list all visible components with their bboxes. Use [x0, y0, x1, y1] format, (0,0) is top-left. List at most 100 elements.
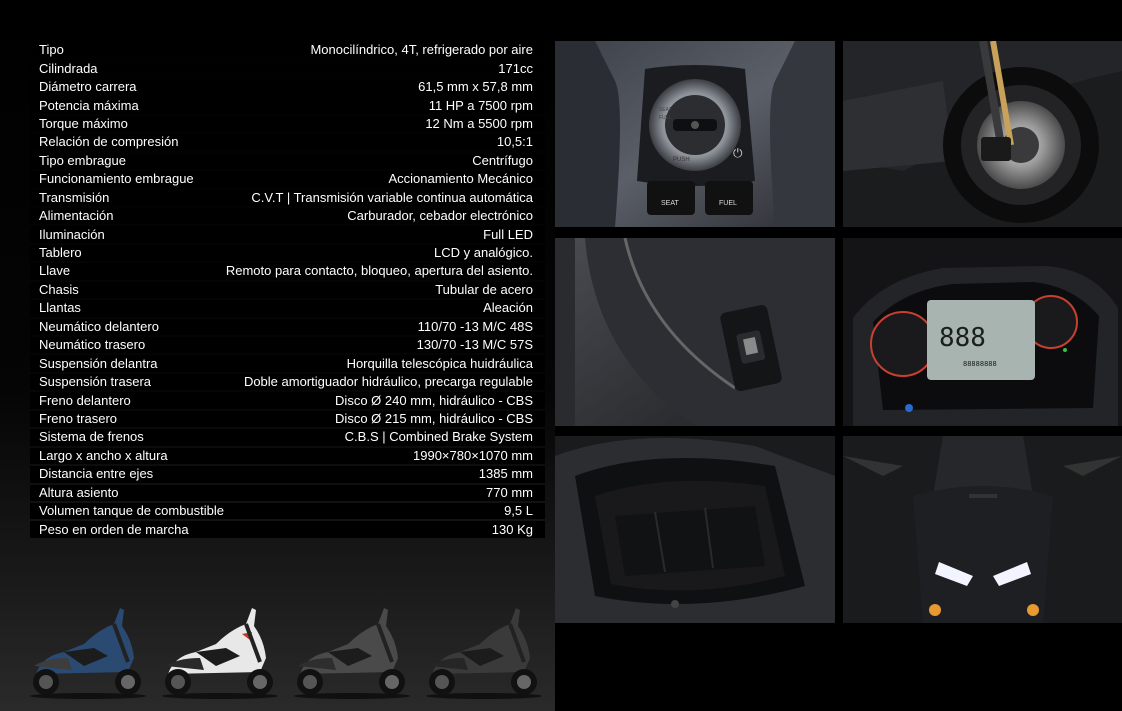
spec-value: Horquilla telescópica huidráulica: [346, 355, 533, 371]
spec-row: Freno delantero Disco Ø 240 mm, hidráulic…: [30, 392, 545, 409]
spec-row: Tipo Monocilíndrico, 4T, refrigerado por …: [30, 42, 545, 59]
spec-label: Iluminación: [39, 226, 105, 242]
spec-value: 9,5 L: [504, 503, 533, 519]
spec-label: Volumen tanque de combustible: [39, 503, 225, 519]
spec-label: Transmisión: [39, 189, 110, 205]
spec-label: Llave: [39, 263, 71, 279]
spec-row: Diámetro carrera 61,5 mm x 57,8 mm: [30, 78, 545, 96]
spec-value: Carburador, cebador electrónico: [347, 208, 533, 224]
spec-value: Full LED: [483, 226, 533, 242]
spec-row: Relación de compresión 10,5:1: [30, 134, 545, 151]
spec-label: Neumático delantero: [39, 318, 159, 334]
spec-value: LCD y analógico.: [434, 245, 533, 261]
spec-label: Torque máximo: [39, 115, 128, 131]
spec-value: 130 Kg: [491, 521, 533, 537]
spec-label: Peso en orden de marcha: [39, 521, 189, 537]
svg-text:SEAT: SEAT: [661, 200, 679, 207]
spec-value: Accionamiento Mecánico: [388, 171, 533, 187]
spec-label: Tipo: [39, 42, 64, 58]
spec-value: Disco Ø 240 mm, hidráulico - CBS: [335, 392, 533, 408]
spec-value: Remoto para contacto, bloqueo, apertura …: [225, 263, 533, 279]
spec-row: Suspensión delantra Horquilla telescópica…: [30, 355, 545, 372]
usb-port-photo: [555, 238, 835, 426]
bike-dark-gray-image: [420, 600, 548, 700]
spec-row: Neumático trasero 130/70 -13 M/C 57S: [30, 337, 545, 354]
spec-label: Potencia máxima: [39, 97, 139, 113]
spec-label: Freno delantero: [39, 392, 131, 408]
spec-value: 1990×780×1070 mm: [413, 447, 533, 463]
spec-value: Aleación: [483, 300, 533, 316]
spec-label: Largo x ancho x altura: [39, 447, 168, 463]
spec-label: Altura asiento: [39, 484, 119, 500]
svg-text:PUSH: PUSH: [673, 157, 690, 163]
spec-label: Funcionamiento embrague: [39, 171, 194, 187]
spec-row: Volumen tanque de combustible 9,5 L: [30, 502, 545, 520]
spec-label: Llantas: [39, 300, 81, 316]
spec-label: Freno trasero: [39, 410, 118, 426]
spec-label: Cilindrada: [39, 60, 98, 76]
bike-white-image: [156, 600, 284, 700]
spec-value: 770 mm: [486, 484, 533, 500]
spec-value: Doble amortiguador hidráulico, precarga …: [243, 374, 533, 390]
spec-row: Llantas Aleación: [30, 300, 545, 317]
svg-text:88888888: 88888888: [963, 360, 997, 368]
spec-label: Tablero: [39, 245, 82, 261]
spec-row: Cilindrada 171cc: [30, 60, 545, 77]
spec-row: Sistema de frenos C.B.S | Combined Brake …: [30, 429, 545, 446]
color-variants: [24, 600, 549, 700]
spec-value: C.V.T | Transmisión variable continua au…: [251, 189, 533, 205]
spec-label: Neumático trasero: [39, 337, 146, 353]
spec-value: Monocilíndrico, 4T, refrigerado por aire: [310, 42, 533, 58]
bike-gray-image: [288, 600, 416, 700]
svg-text:888: 888: [939, 323, 986, 353]
spec-label: Chasis: [39, 281, 79, 297]
spec-row: Freno trasero Disco Ø 215 mm, hidráulico …: [30, 410, 545, 428]
spec-value: 130/70 -13 M/C 57S: [416, 337, 533, 353]
spec-label: Suspensión delantra: [39, 355, 158, 371]
spec-value: C.B.S | Combined Brake System: [344, 429, 533, 445]
spec-value: Centrífugo: [472, 152, 533, 168]
spec-value: 61,5 mm x 57,8 mm: [418, 79, 533, 95]
under-seat-storage-photo: [555, 436, 835, 623]
spec-row: Peso en orden de marcha 130 Kg: [30, 521, 545, 538]
spec-value: 12 Nm a 5500 rpm: [425, 115, 533, 131]
spec-row: Tipo embrague Centrífugo: [30, 152, 545, 170]
spec-value: Disco Ø 215 mm, hidráulico - CBS: [335, 410, 533, 426]
bike-blue-image: [24, 600, 152, 700]
svg-text:FUEL: FUEL: [719, 200, 737, 207]
spec-value: Tubular de acero: [435, 281, 533, 297]
spec-row: Iluminación Full LED: [30, 226, 545, 243]
svg-text:SEAT: SEAT: [659, 107, 672, 113]
spec-label: Sistema de frenos: [39, 429, 144, 445]
svg-text:FUEL: FUEL: [659, 115, 672, 121]
spec-label: Alimentación: [39, 208, 114, 224]
spec-value: 1385 mm: [478, 466, 533, 482]
spec-row: Suspensión trasera Doble amortiguador hid…: [30, 373, 545, 391]
spec-row: Alimentación Carburador, cebador electrón…: [30, 207, 545, 225]
svg-text:⏻: ⏻: [733, 146, 743, 160]
spec-row: Neumático delantero 110/70 -13 M/C 48S: [30, 318, 545, 335]
spec-label: Suspensión trasera: [39, 374, 152, 390]
spec-value: 171cc: [498, 60, 533, 76]
front-wheel-photo: [843, 41, 1122, 227]
spec-label: Distancia entre ejes: [39, 466, 154, 482]
dashboard-photo: 888 88888888: [843, 238, 1122, 426]
spec-label: Tipo embrague: [39, 152, 126, 168]
spec-table: Tipo Monocilíndrico, 4T, refrigerado por …: [30, 42, 545, 538]
spec-value: 10,5:1: [496, 134, 533, 150]
spec-row: Funcionamiento embrague Accionamiento Mec…: [30, 171, 545, 188]
spec-row: Distancia entre ejes 1385 mm: [30, 466, 545, 483]
spec-value: 11 HP a 7500 rpm: [428, 97, 533, 113]
spec-row: Chasis Tubular de acero: [30, 281, 545, 299]
spec-label: Relación de compresión: [39, 134, 179, 150]
spec-row: Potencia máxima 11 HP a 7500 rpm: [30, 97, 545, 114]
ignition-switch-photo: SEAT FUEL PUSH ⏻ SEAT FUEL: [555, 41, 835, 227]
spec-label: Diámetro carrera: [39, 79, 137, 95]
front-led-photo: [843, 436, 1122, 623]
spec-row: Llave Remoto para contacto, bloqueo, aper…: [30, 263, 545, 280]
spec-row: Transmisión C.V.T | Transmisión variable …: [30, 189, 545, 206]
spec-row: Torque máximo 12 Nm a 5500 rpm: [30, 115, 545, 133]
spec-row: Largo x ancho x altura 1990×780×1070 mm: [30, 447, 545, 465]
spec-value: 110/70 -13 M/C 48S: [417, 318, 533, 334]
spec-row: Tablero LCD y analógico.: [30, 244, 545, 262]
